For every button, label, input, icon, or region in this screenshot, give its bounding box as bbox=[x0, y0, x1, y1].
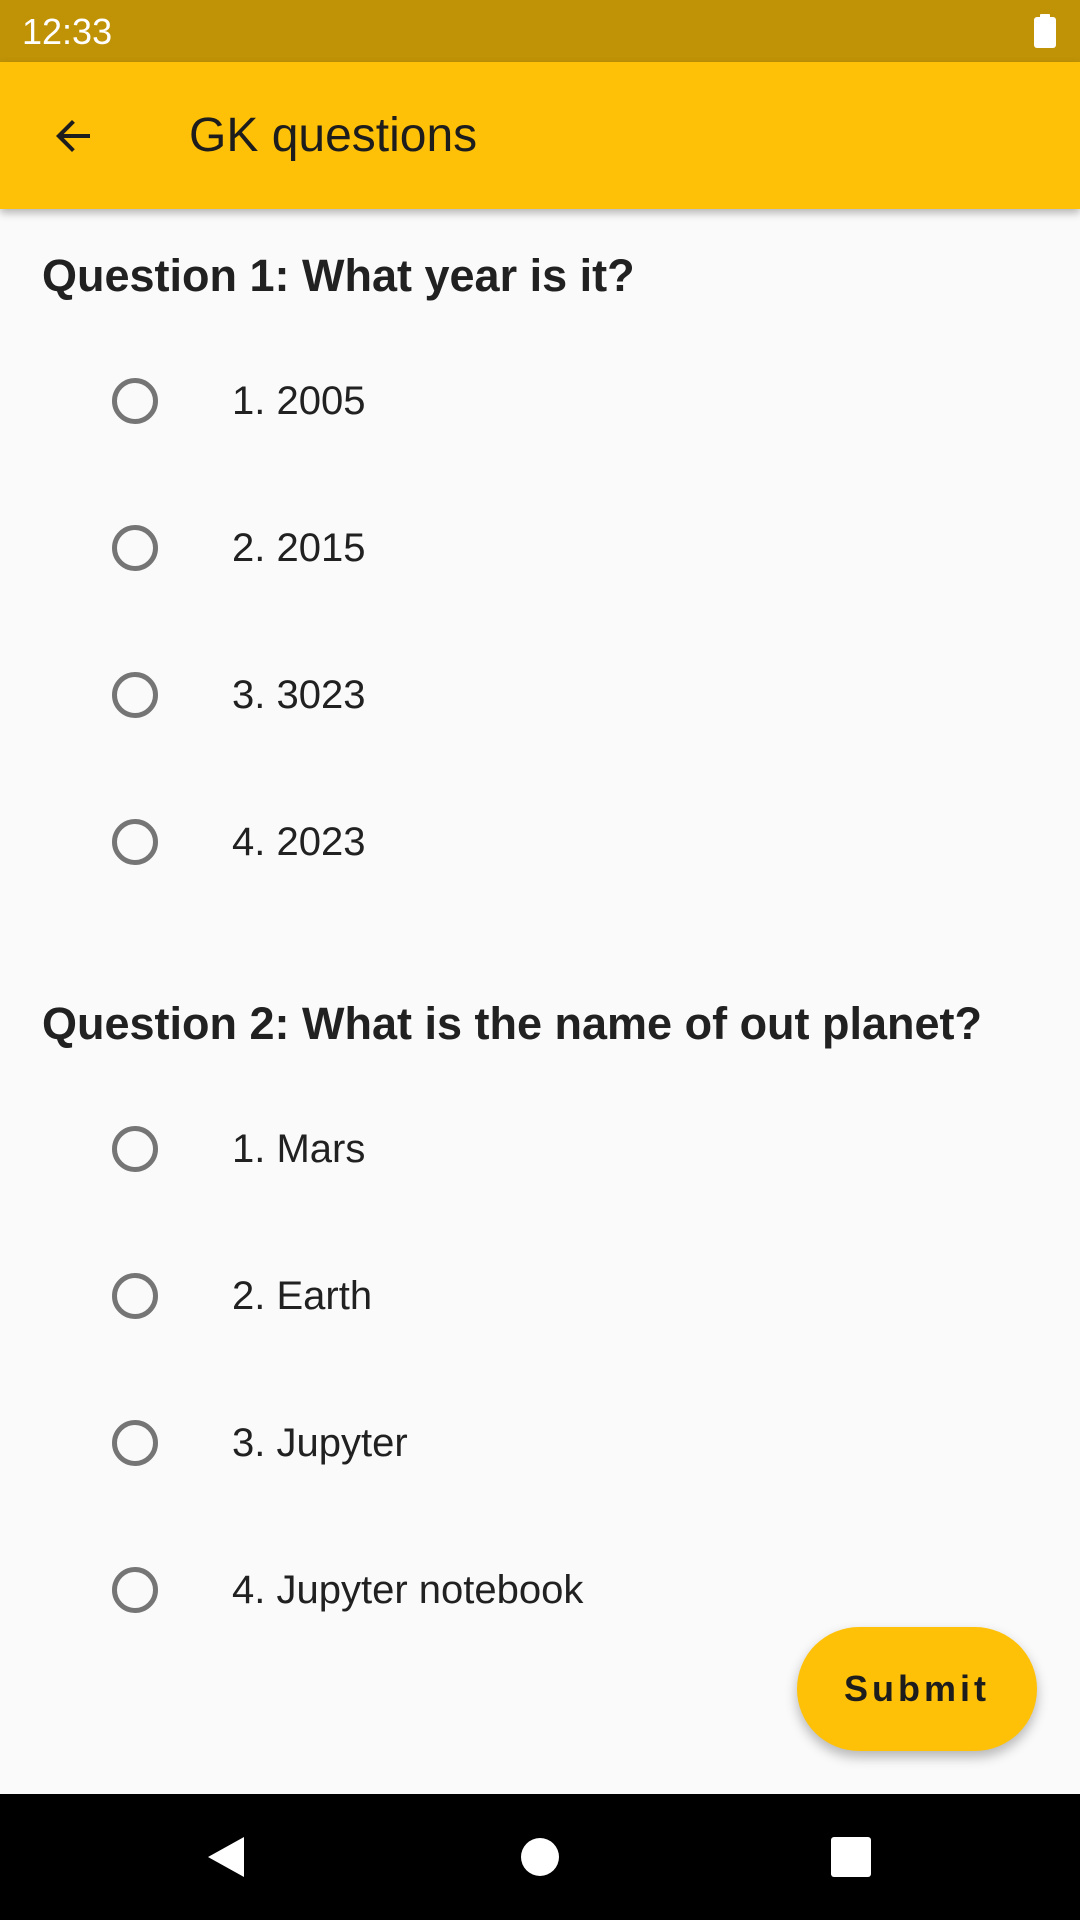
radio-unchecked-icon[interactable] bbox=[112, 1420, 158, 1466]
option-label: 3. 3023 bbox=[232, 672, 366, 717]
question-2-title: Question 2: What is the name of out plan… bbox=[42, 998, 983, 1049]
option-label: 1. 2005 bbox=[232, 378, 366, 423]
radio-unchecked-icon[interactable] bbox=[112, 1126, 158, 1172]
question-1-option-2[interactable]: 2. 2015 bbox=[100, 488, 960, 608]
nav-home-button[interactable] bbox=[500, 1817, 580, 1897]
option-label: 4. Jupyter notebook bbox=[232, 1567, 584, 1612]
question-1-option-1[interactable]: 1. 2005 bbox=[100, 341, 960, 461]
screen: 12:33 GK questions Question 1: What year… bbox=[0, 0, 1080, 1920]
option-label: 4. 2023 bbox=[232, 819, 366, 864]
radio-unchecked-icon[interactable] bbox=[112, 819, 158, 865]
arrow-back-icon bbox=[56, 120, 90, 152]
radio-unchecked-icon[interactable] bbox=[112, 672, 158, 718]
quiz-content: Question 1: What year is it? 1. 2005 2. … bbox=[0, 209, 1080, 1794]
nav-recents-icon bbox=[831, 1837, 871, 1877]
option-label: 2. 2015 bbox=[232, 525, 366, 570]
option-label: 2. Earth bbox=[232, 1273, 373, 1318]
navigation-bar bbox=[0, 1794, 1080, 1920]
question-2-option-2[interactable]: 2. Earth bbox=[100, 1236, 960, 1356]
nav-recents-button[interactable] bbox=[811, 1817, 891, 1897]
option-label: 3. Jupyter bbox=[232, 1420, 408, 1465]
radio-unchecked-icon[interactable] bbox=[112, 1273, 158, 1319]
question-1-option-3[interactable]: 3. 3023 bbox=[100, 635, 960, 755]
back-button[interactable] bbox=[28, 90, 120, 182]
submit-button[interactable]: Submit bbox=[797, 1627, 1037, 1751]
radio-unchecked-icon[interactable] bbox=[112, 1567, 158, 1613]
question-1-title: Question 1: What year is it? bbox=[42, 250, 635, 301]
radio-unchecked-icon[interactable] bbox=[112, 378, 158, 424]
question-2-option-3[interactable]: 3. Jupyter bbox=[100, 1383, 960, 1503]
radio-unchecked-icon[interactable] bbox=[112, 525, 158, 571]
nav-back-button[interactable] bbox=[186, 1817, 266, 1897]
question-2-option-1[interactable]: 1. Mars bbox=[100, 1089, 960, 1209]
nav-back-icon bbox=[208, 1837, 244, 1877]
question-1-option-4[interactable]: 4. 2023 bbox=[100, 782, 960, 902]
battery-full-icon bbox=[1034, 14, 1056, 48]
page-title: GK questions bbox=[189, 109, 478, 162]
status-time: 12:33 bbox=[22, 11, 113, 52]
nav-home-icon bbox=[521, 1838, 559, 1876]
status-bar: 12:33 bbox=[0, 0, 1080, 62]
option-label: 1. Mars bbox=[232, 1126, 366, 1171]
app-bar: GK questions bbox=[0, 62, 1080, 209]
question-2-option-4[interactable]: 4. Jupyter notebook bbox=[100, 1530, 960, 1650]
